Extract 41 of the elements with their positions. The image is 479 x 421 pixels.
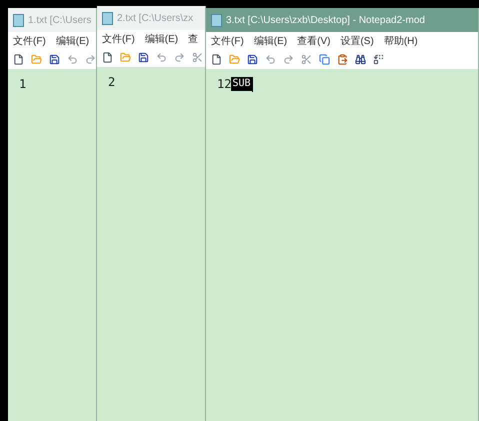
notepad-icon <box>13 14 24 26</box>
text-cursor <box>252 76 253 92</box>
folder-icon[interactable] <box>229 54 240 65</box>
folder-icon[interactable] <box>31 54 42 65</box>
find-icon[interactable] <box>355 54 366 65</box>
selected-text: SUB <box>231 77 252 91</box>
new-file-icon[interactable] <box>13 54 24 65</box>
undo-icon[interactable] <box>265 54 276 65</box>
window-title: 3.txt [C:\Users\zxb\Desktop] - Notepad2-mod <box>226 14 425 28</box>
undo-icon[interactable] <box>156 52 167 63</box>
undo-icon[interactable] <box>67 54 78 65</box>
save-icon[interactable] <box>138 52 149 63</box>
window-title: 1.txt [C:\Users <box>28 14 92 28</box>
menu-item[interactable]: 文件(F) <box>211 34 244 48</box>
menu-item[interactable]: 查 <box>188 32 198 46</box>
folder-icon[interactable] <box>120 52 131 63</box>
redo-icon[interactable] <box>174 52 185 63</box>
redo-icon[interactable] <box>85 54 96 65</box>
menu-item[interactable]: 帮助(H) <box>384 34 418 48</box>
editor-text: 1 <box>19 76 26 93</box>
redo-icon[interactable] <box>283 54 294 65</box>
paste-icon[interactable] <box>337 54 348 65</box>
new-file-icon[interactable] <box>102 52 113 63</box>
editor-text: 12 <box>217 76 232 93</box>
window-title: 2.txt [C:\Users\zx <box>117 12 194 26</box>
menu-item[interactable]: 文件(F) <box>102 32 135 46</box>
notepad-icon <box>211 14 222 26</box>
save-icon[interactable] <box>49 54 60 65</box>
new-file-icon[interactable] <box>211 54 222 65</box>
menu-item[interactable]: 查看(V) <box>297 34 330 48</box>
menu-item[interactable]: 设置(S) <box>340 34 374 48</box>
editor-text: 2 <box>108 74 116 91</box>
menu-item[interactable]: 编辑(E) <box>144 32 178 46</box>
menu-item[interactable]: 编辑(E) <box>56 34 90 48</box>
menu-item[interactable]: 文件(F) <box>13 34 46 48</box>
copy-icon[interactable] <box>319 54 330 65</box>
cut-icon[interactable] <box>301 54 312 65</box>
save-icon[interactable] <box>247 54 258 65</box>
cut-icon[interactable] <box>192 52 203 63</box>
notepad-icon <box>102 12 113 24</box>
menu-item[interactable]: 编辑(E) <box>254 34 288 48</box>
